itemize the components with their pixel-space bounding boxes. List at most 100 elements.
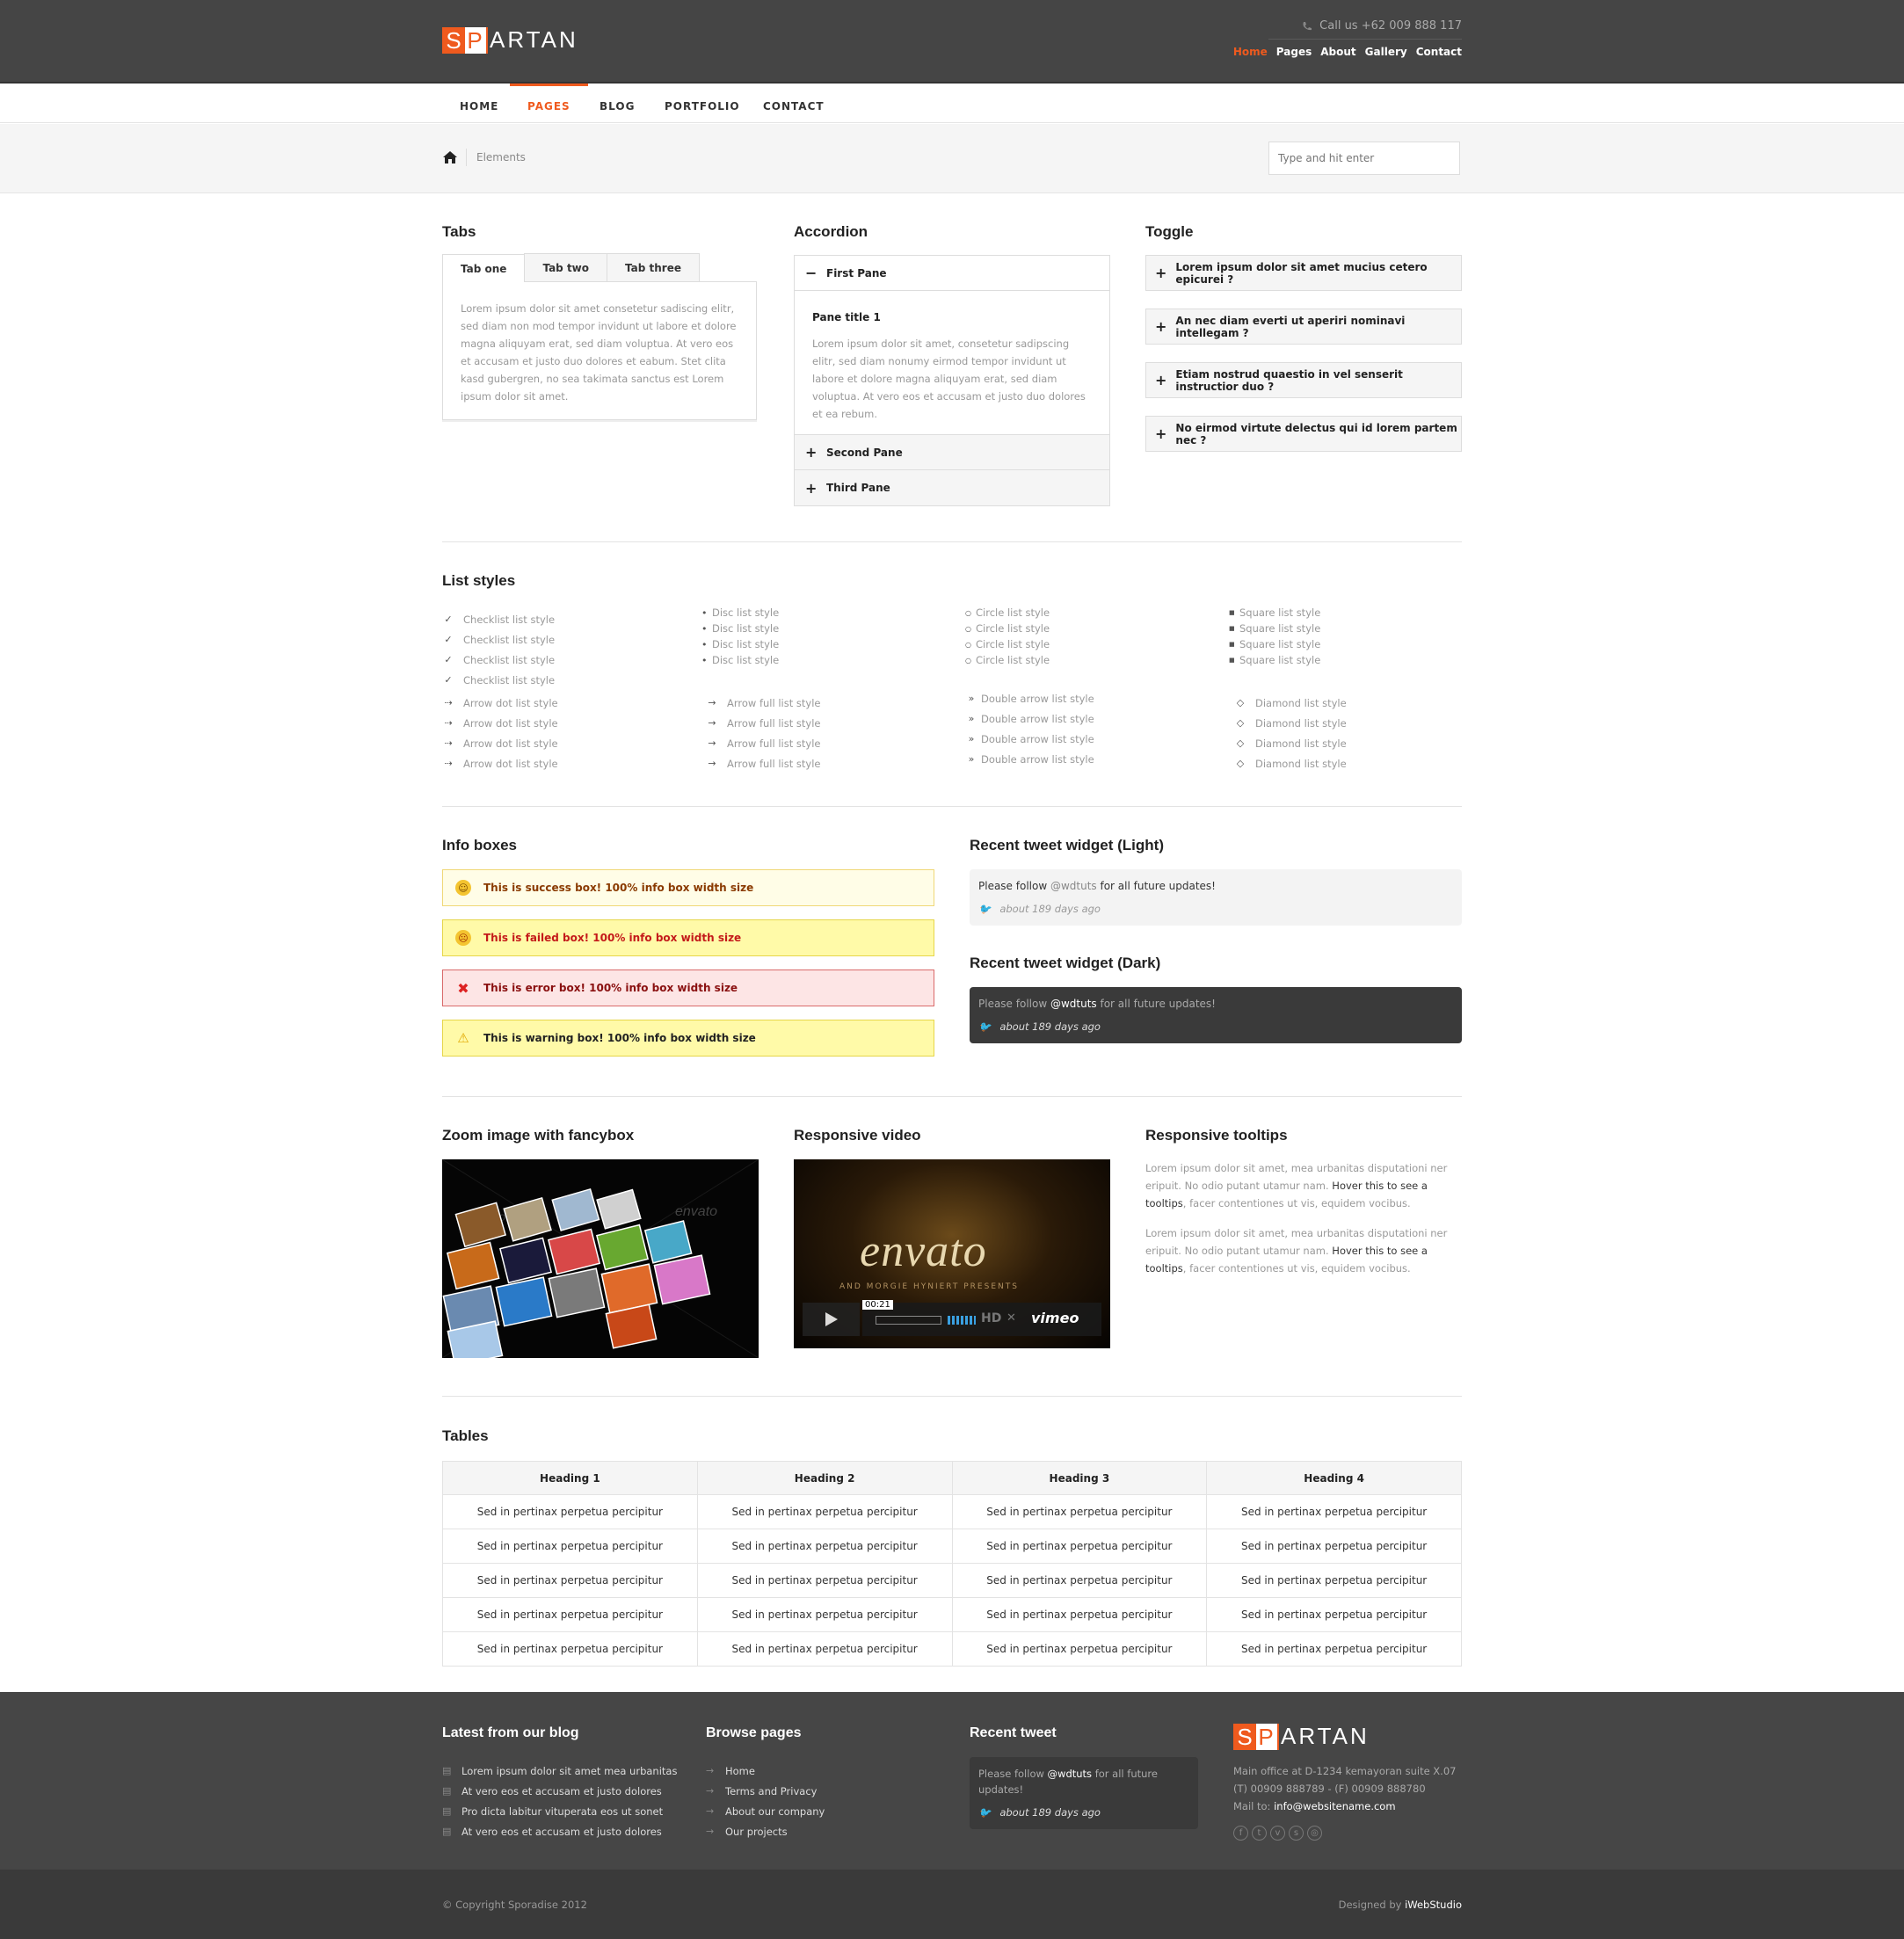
footer-link-home[interactable]: → Home <box>706 1761 825 1781</box>
blog-post-link[interactable]: ▤ At vero eos et accusam et justo dolores <box>442 1821 677 1841</box>
nav-home[interactable]: HOME <box>442 84 516 123</box>
topnav-gallery[interactable]: Gallery <box>1365 46 1407 58</box>
diamond-icon: ◇ <box>1236 717 1245 729</box>
copyright: © Copyright Sporadise 2012 <box>442 1899 587 1911</box>
vimeo-logo[interactable]: vimeo <box>1031 1310 1079 1326</box>
double-arrow-icon: » <box>968 693 975 704</box>
toggle-item[interactable]: + Etiam nostrud quaestio in vel senserit … <box>1145 362 1462 398</box>
arrow-icon: → <box>706 1805 715 1817</box>
twitter-bird-icon: 🐦 <box>978 903 992 915</box>
sad-face-icon: ☹ <box>455 930 471 946</box>
plus-icon: + <box>1155 425 1167 442</box>
topnav-pages[interactable]: Pages <box>1276 46 1312 58</box>
list-item: ○ Circle list style <box>965 654 1050 666</box>
video-progress[interactable] <box>876 1316 941 1325</box>
tabs-heading: Tabs <box>442 223 476 240</box>
fullscreen-icon[interactable]: ✕ <box>1007 1311 1016 1325</box>
dribbble-icon[interactable]: ◎ <box>1307 1826 1322 1841</box>
tab-two[interactable]: Tab two <box>524 253 608 281</box>
responsive-video-heading: Responsive video <box>794 1127 921 1144</box>
home-icon[interactable] <box>442 149 458 165</box>
tweet-handle[interactable]: @wdtuts <box>1048 1768 1093 1780</box>
search-input[interactable] <box>1268 142 1460 175</box>
circle-icon: ○ <box>965 640 971 649</box>
diamond-icon: ◇ <box>1236 758 1245 769</box>
vimeo-icon[interactable]: v <box>1270 1826 1285 1841</box>
list-item: ◇ Diamond list style <box>1234 753 1347 773</box>
tooltips-content: Lorem ipsum dolor sit amet, mea urbanita… <box>1145 1159 1462 1289</box>
list-item: » Double arrow list style <box>968 752 1094 766</box>
tooltips-heading: Responsive tooltips <box>1145 1127 1288 1144</box>
toggle-item[interactable]: + No eirmod virtute delectus qui id lorem… <box>1145 416 1462 452</box>
footer-blog-heading: Latest from our blog <box>442 1725 579 1740</box>
tab-three[interactable]: Tab three <box>607 253 700 281</box>
skype-icon[interactable]: s <box>1289 1826 1304 1841</box>
video-player[interactable]: envato AND MORGIE HYNIERT PRESENTS 00:21… <box>794 1159 1110 1348</box>
list-item: » Double arrow list style <box>968 692 1094 705</box>
blog-post-link[interactable]: ▤ Lorem ipsum dolor sit amet mea urbanita… <box>442 1761 677 1781</box>
twitter-bird-icon: 🐦 <box>978 1020 992 1033</box>
topnav-about[interactable]: About <box>1320 46 1355 58</box>
accordion-pane-3-header[interactable]: + Third Pane <box>795 470 1109 505</box>
list-item: → Arrow full list style <box>706 713 820 733</box>
footer-logo[interactable]: SP ARTAN <box>1233 1723 1370 1750</box>
tab-one[interactable]: Tab one <box>442 254 526 282</box>
document-icon: ▤ <box>442 1785 452 1797</box>
hd-button[interactable]: HD <box>981 1311 1001 1325</box>
facebook-icon[interactable]: f <box>1233 1826 1248 1841</box>
list-item: ○ Circle list style <box>965 606 1050 619</box>
fancybox-image[interactable]: envato envato <box>442 1159 759 1358</box>
arrow-icon: → <box>706 1785 715 1797</box>
circle-list: ○ Circle list style ○ Circle list style ○ C… <box>965 605 1050 668</box>
blog-post-link[interactable]: ▤ At vero eos et accusam et justo dolores <box>442 1781 677 1801</box>
tweet-handle[interactable]: @wdtuts <box>1050 880 1097 892</box>
warning-icon: ⚠ <box>457 1030 469 1046</box>
footer-address: Main office at D-1234 kemayoran suite X.… <box>1233 1765 1457 1812</box>
tab-panel: Lorem ipsum dolor sit amet consetetur sa… <box>442 281 757 420</box>
table-header: Heading 1 <box>442 1461 698 1495</box>
nav-pages[interactable]: PAGES <box>510 84 588 123</box>
list-item: » Double arrow list style <box>968 712 1094 725</box>
arrow-full-icon: → <box>708 758 716 769</box>
footer-link-about[interactable]: → About our company <box>706 1801 825 1821</box>
topnav-home[interactable]: Home <box>1233 46 1268 58</box>
nav-contact[interactable]: CONTACT <box>745 84 842 123</box>
nav-blog[interactable]: BLOG <box>582 84 652 123</box>
play-button[interactable] <box>803 1303 860 1336</box>
designer-link[interactable]: iWebStudio <box>1405 1899 1462 1911</box>
list-item: ⇢ Arrow dot list style <box>442 753 557 773</box>
pane-title: Pane title 1 <box>812 311 881 323</box>
footer-link-projects[interactable]: → Our projects <box>706 1821 825 1841</box>
breadcrumb-current: Elements <box>476 151 526 163</box>
plus-icon: + <box>1155 372 1167 389</box>
logo[interactable]: SP ARTAN <box>442 26 578 54</box>
tooltip-paragraph: Lorem ipsum dolor sit amet, mea urbanita… <box>1145 1162 1448 1209</box>
topnav-contact[interactable]: Contact <box>1416 46 1462 58</box>
blog-post-link[interactable]: ▤ Pro dicta labitur vituperata eos ut son… <box>442 1801 677 1821</box>
list-item: ⇢ Arrow dot list style <box>442 713 557 733</box>
check-icon: ✓ <box>444 654 453 665</box>
error-box: ✖ This is error box! 100% info box width… <box>442 970 934 1006</box>
arrow-icon: → <box>706 1765 715 1776</box>
document-icon: ▤ <box>442 1805 452 1817</box>
tabs-widget: Tab one Tab two Tab three Lorem ipsum do… <box>442 253 757 420</box>
footer-link-terms[interactable]: → Terms and Privacy <box>706 1781 825 1801</box>
toggle-item[interactable]: + An nec diam everti ut aperiri nominavi … <box>1145 309 1462 345</box>
volume-bar[interactable] <box>948 1316 976 1325</box>
accordion-pane-2-header[interactable]: + Second Pane <box>795 435 1109 470</box>
disc-icon: • <box>701 622 708 635</box>
list-item: ✓ Checklist list style <box>442 650 555 670</box>
social-links: f t v s ◎ <box>1233 1826 1322 1841</box>
list-item: ○ Circle list style <box>965 638 1050 650</box>
plus-icon: + <box>805 479 818 497</box>
play-icon <box>825 1312 838 1326</box>
tweet-handle[interactable]: @wdtuts <box>1050 998 1097 1010</box>
square-icon: ■ <box>1229 641 1235 648</box>
square-list: ■ Square list style ■ Square list style ■ S… <box>1229 605 1320 668</box>
accordion-pane-1-header[interactable]: − First Pane <box>795 256 1109 291</box>
footer-email-link[interactable]: info@websitename.com <box>1274 1800 1395 1812</box>
twitter-icon[interactable]: t <box>1252 1826 1267 1841</box>
toggle-item[interactable]: + Lorem ipsum dolor sit amet mucius ceter… <box>1145 255 1462 291</box>
nav-portfolio[interactable]: PORTFOLIO <box>647 84 758 123</box>
list-item: • Disc list style <box>701 622 780 635</box>
